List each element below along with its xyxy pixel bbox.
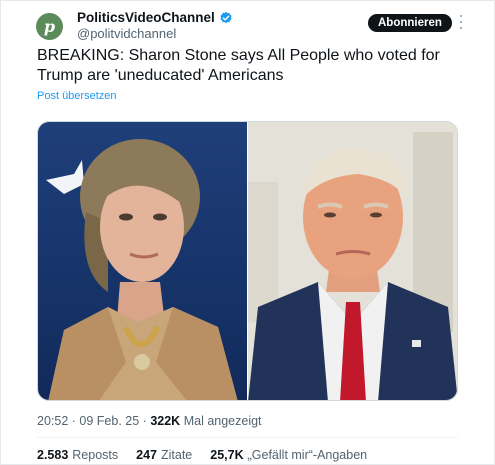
avatar[interactable]: p bbox=[36, 13, 63, 40]
tweet-time[interactable]: 20:52 bbox=[37, 414, 68, 428]
views-label: Mal angezeigt bbox=[183, 414, 262, 428]
reposts-stat[interactable]: 2.583 Reposts bbox=[37, 448, 118, 462]
tweet-media[interactable] bbox=[37, 121, 458, 401]
engagement-stats: 2.583 Reposts 247 Zitate 25,7K „Gefällt mir… bbox=[37, 448, 367, 462]
divider bbox=[37, 437, 458, 438]
likes-label: „Gefällt mir“-Angaben bbox=[247, 448, 368, 462]
photo-woman[interactable] bbox=[38, 122, 247, 400]
display-name-text: PoliticsVideoChannel bbox=[77, 10, 215, 25]
follow-button[interactable]: Abonnieren bbox=[368, 14, 452, 32]
translate-link[interactable]: Post übersetzen bbox=[37, 90, 117, 102]
display-name[interactable]: PoliticsVideoChannel bbox=[77, 10, 233, 25]
views-count: 322K bbox=[150, 414, 181, 428]
photo-woman-illustration bbox=[46, 139, 238, 400]
quotes-count: 247 bbox=[136, 448, 157, 462]
quotes-label: Zitate bbox=[161, 448, 193, 462]
tweet-text: BREAKING: Sharon Stone says All People w… bbox=[37, 47, 440, 84]
meta-separator: · bbox=[71, 414, 76, 428]
photo-man[interactable] bbox=[247, 122, 457, 400]
verified-icon bbox=[220, 11, 232, 23]
quotes-stat[interactable]: 247 Zitate bbox=[136, 448, 192, 462]
tweet-date[interactable]: 09 Feb. 25 bbox=[79, 414, 139, 428]
likes-count: 25,7K bbox=[210, 448, 244, 462]
handle[interactable]: @politvidchannel bbox=[77, 26, 176, 41]
meta-separator: · bbox=[142, 414, 147, 428]
reposts-count: 2.583 bbox=[37, 448, 69, 462]
tweet-meta: 20:52 · 09 Feb. 25 · 322K Mal angezeigt bbox=[37, 414, 262, 428]
avatar-letter: p bbox=[43, 17, 56, 36]
photo-man-illustration bbox=[248, 122, 457, 400]
likes-stat[interactable]: 25,7K „Gefällt mir“-Angaben bbox=[210, 448, 367, 462]
more-options-icon[interactable] bbox=[458, 15, 464, 29]
reposts-label: Reposts bbox=[72, 448, 119, 462]
